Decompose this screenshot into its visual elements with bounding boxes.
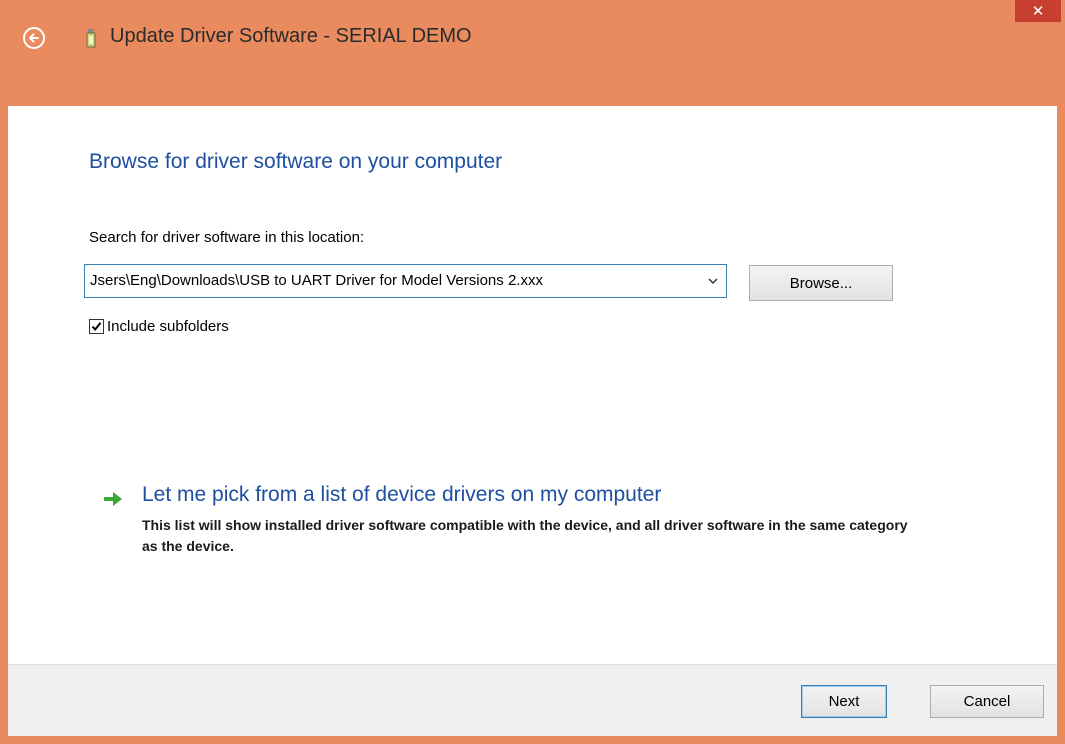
dialog-footer: Next Cancel: [8, 664, 1057, 736]
dialog-window: ✕ Update Driver Software - SERIAL DEMO B…: [0, 0, 1065, 744]
checkmark-icon: [91, 322, 102, 332]
close-icon: ✕: [1031, 3, 1045, 20]
chevron-down-icon[interactable]: [706, 274, 720, 288]
pick-driver-description: This list will show installed driver sof…: [142, 517, 908, 554]
include-subfolders-label: Include subfolders: [107, 318, 229, 335]
include-subfolders-checkbox[interactable]: [89, 319, 104, 334]
content-panel: Browse for driver software on your compu…: [8, 106, 1057, 664]
path-combobox[interactable]: Jsers\Eng\Downloads\USB to UART Driver f…: [84, 264, 727, 298]
pick-driver-link[interactable]: Let me pick from a list of device driver…: [142, 483, 661, 507]
search-location-label: Search for driver software in this locat…: [89, 229, 365, 246]
cancel-button[interactable]: Cancel: [930, 685, 1044, 718]
next-button-label: Next: [828, 693, 860, 710]
browse-button-label: Browse...: [789, 274, 853, 292]
close-button[interactable]: ✕: [1015, 0, 1061, 22]
include-subfolders-option[interactable]: Include subfolders: [89, 318, 229, 335]
green-arrow-icon: [104, 492, 122, 506]
back-button[interactable]: [23, 27, 45, 49]
usb-device-icon: [86, 29, 96, 48]
page-heading: Browse for driver software on your compu…: [89, 150, 503, 173]
back-arrow-icon: [29, 33, 39, 43]
cancel-button-label: Cancel: [963, 693, 1011, 710]
path-input[interactable]: Jsers\Eng\Downloads\USB to UART Driver f…: [90, 272, 695, 289]
next-button[interactable]: Next: [801, 685, 887, 718]
window-title: Update Driver Software - SERIAL DEMO: [110, 25, 472, 47]
browse-button[interactable]: Browse...: [749, 265, 893, 301]
